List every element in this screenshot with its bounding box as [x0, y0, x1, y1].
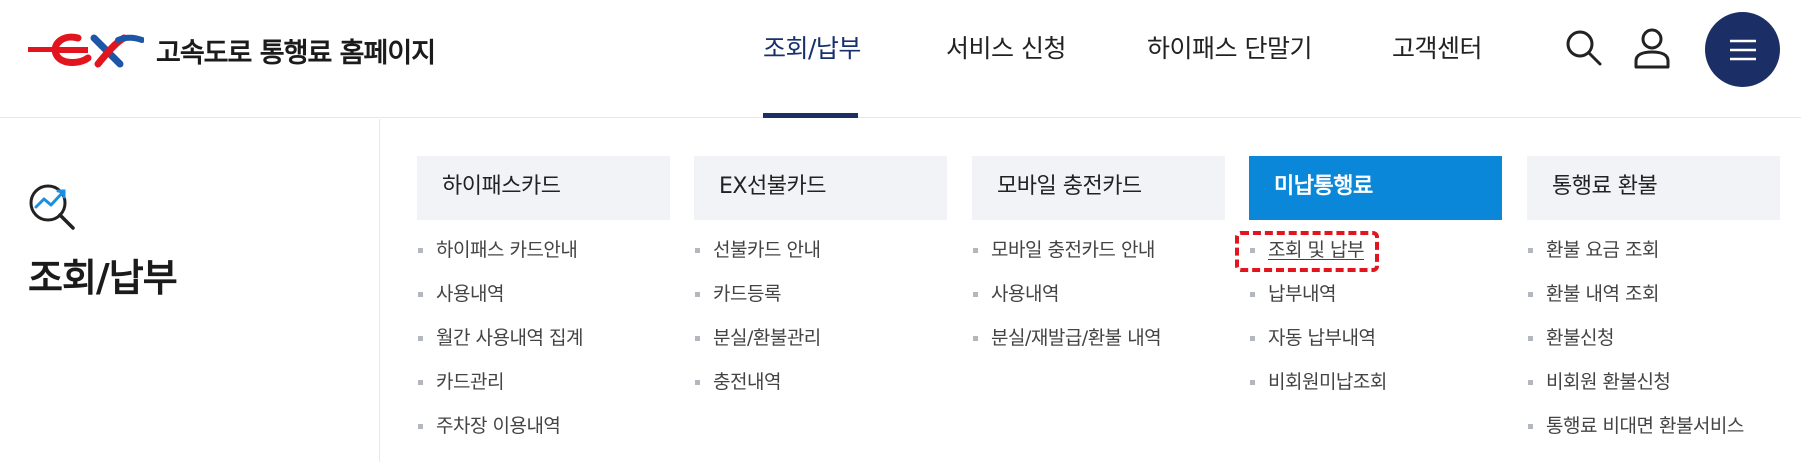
- list-item[interactable]: 비회원미납조회: [1249, 366, 1502, 410]
- list-item-inquiry-payment[interactable]: 조회 및 납부: [1249, 234, 1502, 278]
- search-chart-icon: [29, 184, 75, 230]
- list-item[interactable]: 사용내역: [972, 278, 1225, 322]
- list-item[interactable]: 선불카드 안내: [694, 234, 947, 278]
- column-list: 하이패스 카드안내 사용내역 월간 사용내역 집계 카드관리 주차장 이용내역: [417, 234, 670, 454]
- user-icon: [1634, 28, 1670, 69]
- column-list: 환불 요금 조회 환불 내역 조회 환불신청 비회원 환불신청 통행료 비대면 …: [1527, 234, 1780, 454]
- menu-column-mobile-card: 모바일 충전카드 모바일 충전카드 안내 사용내역 분실/재발급/환불 내역: [972, 156, 1225, 366]
- active-nav-indicator: [763, 113, 858, 118]
- menu-column-hipass-card: 하이패스카드 하이패스 카드안내 사용내역 월간 사용내역 집계 카드관리 주차…: [417, 156, 670, 454]
- site-title: 고속도로 통행료 홈페이지: [156, 37, 436, 69]
- nav-item-service-request[interactable]: 서비스 신청: [946, 0, 1066, 118]
- section-title: 조회/납부: [28, 256, 178, 300]
- column-heading[interactable]: 통행료 환불: [1527, 156, 1780, 220]
- column-heading[interactable]: 모바일 충전카드: [972, 156, 1225, 220]
- list-item[interactable]: 통행료 비대면 환불서비스: [1527, 410, 1780, 454]
- search-icon: [1566, 30, 1602, 66]
- header: 고속도로 통행료 홈페이지 조회/납부 서비스 신청 하이패스 단말기 고객센터: [0, 0, 1801, 118]
- column-heading[interactable]: 하이패스카드: [417, 156, 670, 220]
- list-item[interactable]: 납부내역: [1249, 278, 1502, 322]
- user-button[interactable]: [1626, 22, 1678, 74]
- list-item[interactable]: 주차장 이용내역: [417, 410, 670, 454]
- list-item[interactable]: 자동 납부내역: [1249, 322, 1502, 366]
- list-item[interactable]: 하이패스 카드안내: [417, 234, 670, 278]
- column-heading[interactable]: EX선불카드: [694, 156, 947, 220]
- list-item[interactable]: 카드등록: [694, 278, 947, 322]
- list-item[interactable]: 비회원 환불신청: [1527, 366, 1780, 410]
- list-item[interactable]: 환불 내역 조회: [1527, 278, 1780, 322]
- menu-column-ex-prepaid-card: EX선불카드 선불카드 안내 카드등록 분실/환불관리 충전내역: [694, 156, 947, 410]
- search-button[interactable]: [1558, 22, 1610, 74]
- ex-logo-icon: [28, 33, 144, 68]
- list-item[interactable]: 월간 사용내역 집계: [417, 322, 670, 366]
- column-list: 선불카드 안내 카드등록 분실/환불관리 충전내역: [694, 234, 947, 410]
- list-item[interactable]: 사용내역: [417, 278, 670, 322]
- list-item[interactable]: 카드관리: [417, 366, 670, 410]
- section-panel: 조회/납부: [0, 119, 380, 462]
- menu-column-unpaid-toll: 미납통행료 조회 및 납부 납부내역 자동 납부내역 비회원미납조회: [1249, 156, 1502, 410]
- column-heading-active[interactable]: 미납통행료: [1249, 156, 1502, 220]
- list-item[interactable]: 분실/재발급/환불 내역: [972, 322, 1225, 366]
- hamburger-icon: [1729, 39, 1756, 60]
- nav-item-customer-center[interactable]: 고객센터: [1392, 0, 1483, 118]
- site-logo[interactable]: 고속도로 통행료 홈페이지: [28, 30, 436, 70]
- menu-button[interactable]: [1705, 12, 1780, 87]
- list-item[interactable]: 환불신청: [1527, 322, 1780, 366]
- menu-column-toll-refund: 통행료 환불 환불 요금 조회 환불 내역 조회 환불신청 비회원 환불신청 통…: [1527, 156, 1780, 454]
- list-item[interactable]: 충전내역: [694, 366, 947, 410]
- column-list: 조회 및 납부 납부내역 자동 납부내역 비회원미납조회: [1249, 234, 1502, 410]
- list-item[interactable]: 모바일 충전카드 안내: [972, 234, 1225, 278]
- column-list: 모바일 충전카드 안내 사용내역 분실/재발급/환불 내역: [972, 234, 1225, 366]
- list-item[interactable]: 환불 요금 조회: [1527, 234, 1780, 278]
- nav-item-hipass-terminal[interactable]: 하이패스 단말기: [1147, 0, 1312, 118]
- nav-item-inquiry-payment[interactable]: 조회/납부: [763, 0, 861, 118]
- list-item[interactable]: 분실/환불관리: [694, 322, 947, 366]
